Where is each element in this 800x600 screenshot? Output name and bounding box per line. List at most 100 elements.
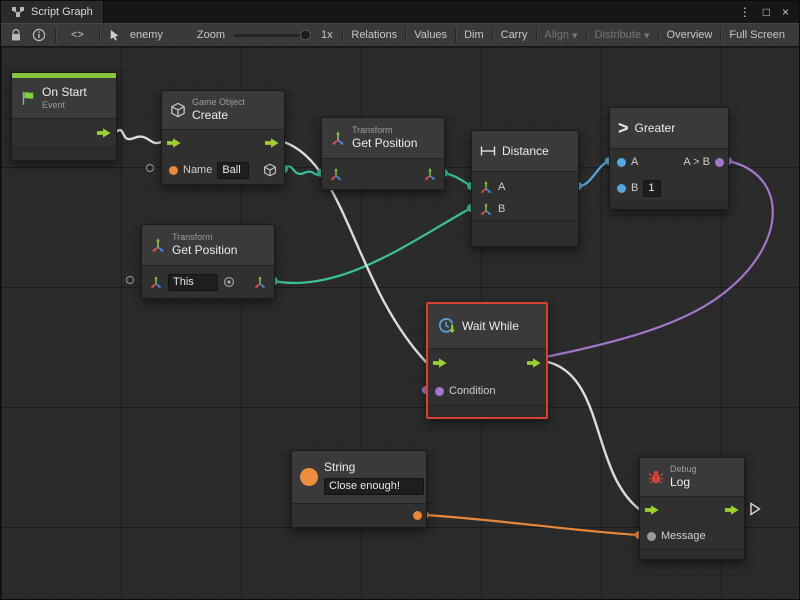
node-get-position-self[interactable]: Transform Get Position bbox=[141, 224, 275, 299]
info-icon[interactable] bbox=[32, 28, 46, 42]
node-category: Transform bbox=[172, 232, 237, 243]
exec-output-port[interactable] bbox=[725, 505, 739, 515]
distribute-button[interactable]: Distribute▾ bbox=[589, 27, 656, 44]
lock-icon[interactable] bbox=[9, 28, 23, 42]
node-greater[interactable]: > Greater A A > B B bbox=[609, 107, 729, 210]
toolbar-separator bbox=[99, 28, 100, 43]
toolbar-separator bbox=[55, 28, 56, 43]
node-header: On Start Event bbox=[12, 78, 116, 118]
exec-port-row bbox=[428, 349, 546, 377]
window-title: Script Graph bbox=[31, 6, 93, 18]
graph-canvas[interactable]: On Start Event Game Object Create bbox=[1, 47, 800, 600]
string-input-port[interactable] bbox=[169, 166, 178, 175]
breadcrumb-graph-name[interactable]: enemy bbox=[130, 29, 163, 41]
values-button[interactable]: Values bbox=[408, 27, 453, 43]
exec-output-port[interactable] bbox=[265, 138, 279, 148]
vector3-input-port-a[interactable] bbox=[479, 180, 493, 194]
zoom-slider-knob[interactable] bbox=[300, 30, 311, 41]
script-graph-icon bbox=[11, 5, 25, 19]
transform-input-port[interactable] bbox=[149, 275, 163, 289]
script-graph-tab[interactable]: Script Graph bbox=[1, 1, 104, 23]
toolbar-separator bbox=[536, 28, 537, 43]
node-footer bbox=[428, 405, 546, 417]
target-value-input[interactable] bbox=[168, 274, 218, 291]
vector3-output-port[interactable] bbox=[423, 167, 437, 181]
script-graph-window: Script Graph ⋮ □ × <> enemy Zoom 1x Rela… bbox=[0, 0, 800, 600]
name-port-row: Name bbox=[162, 156, 284, 184]
number-input-port-b[interactable] bbox=[617, 184, 626, 193]
exec-output-port[interactable] bbox=[527, 358, 541, 368]
toolbar-separator bbox=[586, 28, 587, 43]
string-value-input[interactable] bbox=[324, 478, 424, 495]
port-row bbox=[322, 159, 444, 189]
bool-input-port[interactable] bbox=[435, 387, 444, 396]
exec-input-port[interactable] bbox=[167, 138, 181, 148]
node-category: Transform bbox=[352, 125, 417, 136]
node-title: String bbox=[324, 460, 424, 475]
node-string[interactable]: String bbox=[291, 450, 427, 528]
wire-getposition2-to-distance-b bbox=[274, 208, 471, 283]
port-label: A bbox=[498, 181, 505, 193]
relations-button[interactable]: Relations bbox=[345, 27, 403, 43]
string-output-port[interactable] bbox=[413, 511, 422, 520]
node-title: Distance bbox=[502, 144, 549, 159]
wire-onstart-to-create bbox=[116, 130, 161, 143]
condition-port-row: Condition bbox=[428, 377, 546, 405]
code-view-button[interactable]: <> bbox=[65, 27, 90, 43]
unconnected-port-indicator[interactable] bbox=[126, 276, 134, 284]
wire-string-to-log bbox=[425, 515, 639, 535]
window-menu-icon[interactable]: ⋮ bbox=[739, 5, 751, 19]
name-value-input[interactable] bbox=[217, 162, 249, 179]
string-type-icon bbox=[300, 468, 318, 486]
wait-clock-icon bbox=[436, 316, 456, 336]
number-input-port-a[interactable] bbox=[617, 158, 626, 167]
object-picker-icon[interactable] bbox=[223, 276, 235, 288]
port-label: A bbox=[631, 156, 638, 168]
port-row-b: B bbox=[472, 198, 578, 220]
exec-input-port[interactable] bbox=[645, 505, 659, 515]
message-input-port[interactable] bbox=[647, 532, 656, 541]
gameobject-output-port[interactable] bbox=[263, 163, 277, 177]
wire-distance-to-greater bbox=[578, 161, 609, 186]
unconnected-port-indicator[interactable] bbox=[146, 164, 154, 172]
node-header: Transform Get Position bbox=[322, 118, 444, 158]
node-wait-while[interactable]: Wait While Condition bbox=[426, 302, 548, 419]
port-row bbox=[12, 119, 116, 147]
zoom-slider[interactable] bbox=[234, 34, 312, 37]
dim-button[interactable]: Dim bbox=[458, 27, 490, 43]
result-label: A > B bbox=[683, 156, 710, 168]
vector3-input-port-b[interactable] bbox=[479, 202, 493, 216]
cube-icon bbox=[170, 102, 186, 118]
exec-input-port[interactable] bbox=[433, 358, 447, 368]
titlebar-controls: ⋮ □ × bbox=[739, 5, 799, 19]
transform-input-port[interactable] bbox=[329, 167, 343, 181]
vector3-output-port[interactable] bbox=[253, 275, 267, 289]
maximize-icon[interactable]: □ bbox=[763, 5, 770, 19]
overview-button[interactable]: Overview bbox=[661, 27, 719, 43]
close-icon[interactable]: × bbox=[782, 5, 789, 19]
node-distance[interactable]: Distance A B bbox=[471, 130, 579, 247]
node-log[interactable]: Debug Log Message bbox=[639, 457, 745, 560]
b-value-input[interactable] bbox=[643, 180, 661, 197]
node-footer bbox=[12, 147, 116, 160]
port-label: Message bbox=[661, 530, 706, 542]
bool-output-port[interactable] bbox=[715, 158, 724, 167]
node-on-start[interactable]: On Start Event bbox=[11, 72, 117, 161]
node-footer bbox=[472, 220, 578, 246]
flag-icon bbox=[20, 90, 36, 106]
exec-output-port[interactable] bbox=[97, 128, 111, 138]
carry-button[interactable]: Carry bbox=[495, 27, 534, 43]
fullscreen-button[interactable]: Full Screen bbox=[723, 27, 791, 43]
chevron-down-icon: ▾ bbox=[572, 29, 578, 42]
toolbar-separator bbox=[492, 28, 493, 43]
node-get-position-enemy[interactable]: Transform Get Position bbox=[321, 117, 445, 190]
node-header: > Greater bbox=[610, 108, 728, 148]
message-port-row: Message bbox=[640, 523, 744, 549]
chevron-down-icon: ▾ bbox=[644, 29, 650, 42]
node-title: Get Position bbox=[172, 243, 237, 258]
node-create[interactable]: Game Object Create Name bbox=[161, 90, 285, 185]
port-label: Name bbox=[183, 164, 212, 176]
align-button[interactable]: Align▾ bbox=[539, 27, 584, 44]
toolbar-separator bbox=[405, 28, 406, 43]
node-footer bbox=[610, 201, 728, 209]
